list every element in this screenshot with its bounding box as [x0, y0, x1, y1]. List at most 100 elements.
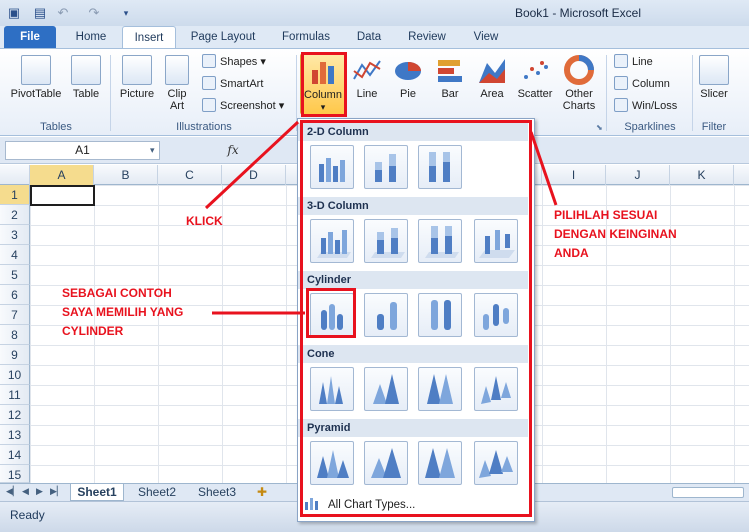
pivottable-label: PivotTable — [10, 88, 62, 100]
sheet-tab[interactable]: Sheet1 — [70, 484, 124, 501]
sparkline-column-button[interactable]: Column — [614, 75, 670, 93]
ribbon-tabs: File Home Insert Page Layout Formulas Da… — [0, 26, 749, 48]
row-header[interactable]: 2 — [0, 205, 30, 225]
tab-formulas[interactable]: Formulas — [276, 26, 336, 48]
sparkline-line-button[interactable]: Line — [614, 53, 653, 71]
row-header[interactable]: 1 — [0, 185, 30, 205]
group-illustrations: Illustrations — [176, 121, 232, 133]
column-header[interactable]: A — [30, 165, 94, 185]
picture-label: Picture — [119, 88, 155, 100]
smartart-button[interactable]: SmartArt — [202, 75, 263, 93]
column-header[interactable]: I — [542, 165, 606, 185]
row-header[interactable]: 4 — [0, 245, 30, 265]
select-all-corner[interactable] — [0, 165, 30, 185]
spark-column-label: Column — [632, 78, 670, 90]
row-header[interactable]: 11 — [0, 385, 30, 405]
line-chart-button[interactable]: Line — [350, 55, 384, 100]
sparkline-winloss-icon — [614, 98, 628, 112]
dialog-launcher-icon[interactable]: ⬊ — [596, 123, 603, 132]
first-sheet-icon[interactable]: ◀▏ — [6, 486, 20, 497]
doughnut-chart-icon — [564, 55, 594, 85]
window-title: Book1 - Microsoft Excel — [514, 6, 641, 20]
tab-home[interactable]: Home — [66, 26, 116, 48]
pie-chart-button[interactable]: Pie — [390, 55, 426, 100]
picture-icon — [122, 55, 152, 85]
bar-chart-button[interactable]: Bar — [432, 55, 468, 100]
smartart-icon — [202, 76, 216, 90]
bar-label: Bar — [441, 88, 459, 100]
row-header[interactable]: 12 — [0, 405, 30, 425]
tab-file[interactable]: File — [4, 26, 56, 48]
group-tables: Tables — [40, 121, 72, 133]
horizontal-scrollbar[interactable] — [672, 487, 744, 498]
line-label: Line — [356, 88, 378, 100]
next-sheet-icon[interactable]: ▶ — [36, 486, 43, 497]
bar-chart-icon — [438, 60, 462, 82]
row-header[interactable]: 10 — [0, 365, 30, 385]
insert-sheet-icon[interactable]: ✚ — [252, 484, 272, 501]
scatter-label: Scatter — [517, 88, 553, 100]
screenshot-label: Screenshot — [220, 100, 276, 112]
insert-function-icon[interactable]: fx — [218, 141, 248, 160]
annotation-pilih-line1: PILIHLAH SESUAI — [554, 208, 658, 222]
area-chart-button[interactable]: Area — [474, 55, 510, 100]
column-header[interactable]: J — [606, 165, 670, 185]
row-header[interactable]: 14 — [0, 445, 30, 465]
table-button[interactable]: Table — [68, 55, 104, 100]
other-charts-button[interactable]: Other Charts — [558, 55, 600, 112]
tab-view[interactable]: View — [466, 26, 506, 48]
divider — [606, 55, 607, 131]
group-sparklines: Sparklines — [624, 121, 676, 133]
shapes-button[interactable]: Shapes ▾ — [202, 53, 266, 71]
column-header[interactable]: D — [222, 165, 286, 185]
clipart-label: Clip Art — [167, 88, 187, 112]
row-header[interactable]: 3 — [0, 225, 30, 245]
row-header[interactable]: 13 — [0, 425, 30, 445]
namebox-dropdown-icon[interactable]: ▾ — [150, 145, 155, 156]
tab-page-layout[interactable]: Page Layout — [186, 26, 260, 48]
annotation-pilih-line2: DENGAN KEINGINAN — [554, 227, 677, 241]
picture-button[interactable]: Picture — [116, 55, 158, 100]
tab-insert[interactable]: Insert — [122, 26, 176, 48]
sheet-tab[interactable]: Sheet3 — [190, 484, 244, 501]
column-header[interactable]: B — [94, 165, 158, 185]
name-box[interactable]: A1 — [5, 141, 160, 160]
row-header[interactable]: 9 — [0, 345, 30, 365]
row-header[interactable]: 8 — [0, 325, 30, 345]
annotation-pilih-line3: ANDA — [554, 246, 589, 260]
active-cell[interactable] — [30, 185, 95, 206]
table-label: Table — [72, 88, 100, 100]
group-filter: Filter — [701, 121, 727, 133]
row-header[interactable]: 5 — [0, 265, 30, 285]
annotation-contoh-line3: CYLINDER — [62, 324, 124, 338]
screenshot-button[interactable]: Screenshot ▾ — [202, 97, 284, 115]
pivottable-button[interactable]: PivotTable — [6, 55, 66, 100]
scatter-chart-button[interactable]: Scatter — [514, 55, 556, 100]
sparkline-winloss-button[interactable]: Win/Loss — [614, 97, 677, 115]
scatter-chart-icon — [524, 61, 548, 79]
pivottable-icon — [21, 55, 51, 85]
row-header[interactable]: 15 — [0, 465, 30, 483]
row-header[interactable]: 7 — [0, 305, 30, 325]
annotation-contoh-line2: SAYA MEMILIH YANG — [62, 305, 184, 319]
pie-label: Pie — [400, 88, 416, 100]
prev-sheet-icon[interactable]: ◀ — [22, 486, 29, 497]
line-chart-icon — [353, 60, 381, 80]
row-header[interactable]: 6 — [0, 285, 30, 305]
column-header[interactable]: K — [670, 165, 734, 185]
column-header[interactable]: C — [158, 165, 222, 185]
area-label: Area — [480, 88, 504, 100]
slicer-button[interactable]: Slicer — [696, 55, 732, 100]
shapes-icon — [202, 54, 216, 68]
other-charts-label: Other Charts — [562, 88, 596, 112]
tab-review[interactable]: Review — [402, 26, 452, 48]
sheet-tab[interactable]: Sheet2 — [130, 484, 184, 501]
divider — [110, 55, 111, 131]
spark-line-label: Line — [632, 56, 653, 68]
screenshot-icon — [202, 98, 216, 112]
area-chart-icon — [479, 59, 505, 83]
tab-data[interactable]: Data — [348, 26, 390, 48]
clipart-button[interactable]: Clip Art — [160, 55, 194, 112]
last-sheet-icon[interactable]: ▶▏ — [50, 486, 64, 497]
annotation-highlight-cylinder — [306, 288, 356, 338]
